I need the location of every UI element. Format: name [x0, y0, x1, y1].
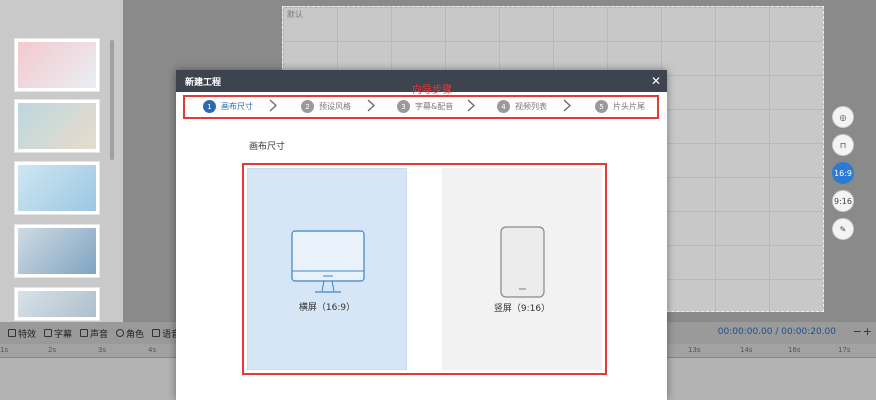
effects-button[interactable]: 特效	[8, 327, 36, 340]
new-project-dialog: 新建工程 ✕ 向导步骤 1 画布尺寸 2 预设风格 3 字幕&配音 4 视频列表…	[176, 70, 667, 400]
ruler-tick: 2s	[48, 346, 57, 354]
canvas-size-options: 横屏（16:9） 竖屏（9:16）	[242, 163, 607, 375]
step-subtitle-voice[interactable]: 3 字幕&配音	[397, 100, 453, 113]
subtitle-icon	[44, 329, 53, 337]
slide-thumbnail[interactable]	[14, 287, 100, 321]
wizard-steps: 1 画布尺寸 2 预设风格 3 字幕&配音 4 视频列表 5 片头片尾	[183, 95, 659, 119]
sound-icon	[80, 329, 89, 337]
zoom-out-button[interactable]: −	[853, 325, 862, 338]
phone-icon	[500, 226, 545, 298]
step-video-list[interactable]: 4 视频列表	[497, 100, 547, 113]
ratio-16-9-button[interactable]: 16:9	[832, 162, 854, 184]
ruler-tick: 16s	[788, 346, 801, 354]
ruler-tick: 17s	[838, 346, 851, 354]
ruler-tick: 3s	[98, 346, 107, 354]
monitor-icon	[291, 230, 365, 293]
zoom-in-button[interactable]: +	[863, 325, 872, 338]
section-title: 画布尺寸	[249, 142, 286, 152]
step-preset-style[interactable]: 2 预设风格	[301, 100, 351, 113]
character-button[interactable]: 角色	[116, 327, 144, 340]
ruler-tick: 4s	[148, 346, 157, 354]
slide-thumbnail[interactable]	[14, 224, 100, 278]
effects-icon	[8, 329, 16, 337]
target-icon[interactable]: ◎	[832, 106, 854, 128]
ruler-tick: 13s	[688, 346, 701, 354]
slide-thumbnail[interactable]	[14, 38, 100, 92]
ruler-tick: 1s	[0, 346, 9, 354]
chevron-right-icon	[269, 99, 277, 112]
timecode: 00:00:00.00 / 00:00:20.00	[717, 327, 836, 337]
slide-list-scrollbar[interactable]	[110, 40, 114, 160]
landscape-label: 横屏（16:9）	[298, 303, 356, 313]
landscape-option[interactable]: 横屏（16:9）	[247, 168, 407, 370]
lock-icon[interactable]: ⊓	[832, 134, 854, 156]
portrait-option[interactable]: 竖屏（9:16）	[442, 168, 602, 370]
ruler-tick: 14s	[740, 346, 753, 354]
chevron-right-icon	[367, 99, 375, 112]
close-icon[interactable]: ✕	[651, 74, 661, 88]
sound-button[interactable]: 声音	[80, 327, 108, 340]
ratio-9-16-button[interactable]: 9:16	[832, 190, 854, 212]
tts-icon	[152, 329, 161, 337]
slide-list-panel	[0, 0, 123, 322]
slide-thumbnail[interactable]	[14, 99, 100, 153]
chevron-right-icon	[467, 99, 475, 112]
steps-annotation: 向导步骤	[412, 85, 452, 96]
dialog-title: 新建工程	[185, 77, 222, 88]
person-icon	[116, 329, 125, 337]
step-canvas-size[interactable]: 1 画布尺寸	[203, 100, 253, 113]
chevron-right-icon	[563, 99, 571, 112]
edit-icon[interactable]: ✎	[832, 218, 854, 240]
portrait-label: 竖屏（9:16）	[493, 304, 551, 314]
step-intro-outro[interactable]: 5 片头片尾	[595, 100, 645, 113]
subtitle-button[interactable]: 字幕	[44, 327, 72, 340]
slide-thumbnail[interactable]	[14, 161, 100, 215]
canvas-label: 默认	[287, 10, 303, 19]
